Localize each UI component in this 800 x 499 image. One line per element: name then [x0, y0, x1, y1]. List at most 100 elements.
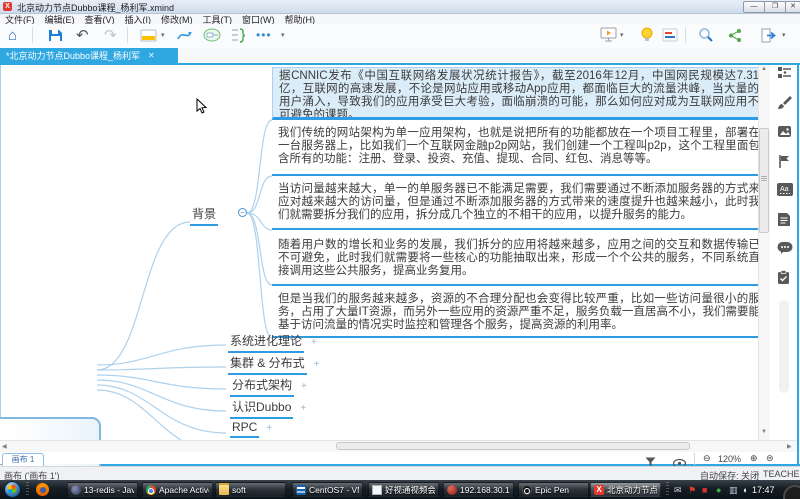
new-topic-icon[interactable]	[140, 26, 157, 44]
topic-paragraph[interactable]: 我们传统的网站架构为单一应用架构，也就是说把所有的功能都放在一个项目工程里，部署…	[272, 125, 766, 176]
document-tab-label: *北京动力节点Dubbo课程_杨利军	[6, 51, 141, 61]
topic-paragraph[interactable]: 当访问量越来越大，单一的单服务器已不能满足需要，我们需要通过不断添加服务器的方式…	[272, 181, 766, 230]
undo-icon[interactable]: ↶	[76, 26, 89, 44]
save-icon[interactable]	[48, 26, 63, 44]
expand-plus-icon[interactable]: +	[266, 423, 272, 434]
close-button[interactable]: ✕	[785, 1, 800, 13]
topic-paragraph[interactable]: 据CNNIC发布《中国互联网络发展状况统计报告》，截至2016年12月，中国网民…	[272, 67, 766, 120]
scroll-left-icon[interactable]: ◀	[2, 443, 7, 450]
taskbar-button[interactable]: 192.168.30.12...	[443, 482, 514, 497]
subtopic[interactable]: 系统进化理论 +	[228, 332, 317, 353]
expand-plus-icon[interactable]: +	[311, 337, 317, 348]
chevron-down-icon[interactable]: ▾	[620, 26, 624, 44]
content-border	[797, 65, 799, 464]
minimize-button[interactable]: —	[743, 1, 765, 13]
tray-volume-icon[interactable]: ◖	[742, 485, 747, 495]
taskbar-grip	[666, 482, 669, 497]
marker-flag-icon[interactable]	[777, 154, 792, 169]
share-icon[interactable]	[728, 26, 743, 44]
home-icon[interactable]: ⌂	[8, 26, 17, 44]
expand-plus-icon[interactable]: +	[301, 381, 307, 392]
divider	[694, 453, 695, 465]
chevron-down-icon[interactable]: ▾	[281, 26, 285, 44]
search-icon[interactable]	[698, 26, 714, 44]
comments-icon[interactable]	[777, 241, 793, 256]
redo-icon[interactable]: ↷	[104, 26, 117, 44]
restore-button[interactable]: ❐	[764, 1, 786, 13]
scroll-up-icon[interactable]: ▲	[761, 66, 767, 72]
document-icon	[372, 484, 382, 495]
scroll-down-icon[interactable]: ▼	[761, 429, 767, 435]
relationship-icon[interactable]	[176, 26, 194, 44]
vertical-scrollbar-thumb[interactable]	[759, 128, 769, 233]
vmware-icon	[296, 484, 306, 495]
toolbar: ⌂ ↶ ↷ ▾ ••• ▾ ▾ ▾	[0, 24, 800, 48]
subtopic[interactable]: 分布式架构 +	[230, 376, 307, 397]
more-icon[interactable]: •••	[256, 26, 272, 44]
mouse-cursor	[196, 98, 208, 114]
taskbar-button[interactable]: Apache Active...	[142, 482, 213, 497]
presentation-icon[interactable]	[600, 26, 617, 44]
screen: X 北京动力节点Dubbo课程_杨利军.xmind — ❐ ✕ 文件(F) 编辑…	[0, 0, 800, 499]
image-icon[interactable]	[777, 124, 792, 139]
right-properties-panel: Aa	[770, 65, 797, 464]
chrome-icon	[146, 484, 156, 495]
expand-plus-icon[interactable]: +	[314, 359, 320, 370]
epic-pen-icon	[522, 484, 532, 495]
boundary-icon[interactable]	[203, 26, 221, 44]
mindmap-canvas[interactable]: 京 E 动力节 背景 − 据CNNIC发布《中国互联网络发展状况统计报告》，截至…	[0, 65, 800, 499]
expand-plus-icon[interactable]: +	[300, 403, 306, 414]
sheet-tab-canvas1[interactable]: 画布 1	[2, 453, 44, 466]
tray-mail-icon[interactable]: ✉	[674, 485, 682, 495]
tray-flag-icon[interactable]: ⚑	[688, 485, 696, 495]
topic-paragraph[interactable]: 随着用户数的增长和业务的发展，我们拆分的应用将越来越多，应用之间的交互和数据传输…	[272, 237, 766, 286]
taskbar-button[interactable]: soft	[215, 482, 286, 497]
taskbar-button[interactable]: 好视通视频会议	[368, 482, 439, 497]
chevron-down-icon[interactable]: ▾	[161, 26, 165, 44]
taskbar-button-active[interactable]: X 北京动力节点D...	[590, 482, 661, 497]
label-aa-icon[interactable]: Aa	[777, 183, 793, 198]
topic-paragraph[interactable]: 但是当我们的服务越来越多，资源的不合理分配也会变得比较严重，比如一些访问量很小的…	[272, 291, 766, 338]
format-brush-icon[interactable]	[777, 95, 792, 110]
subtopic[interactable]: 集群 & 分布式 +	[228, 354, 320, 375]
tray-antivirus-icon[interactable]: ●	[716, 485, 721, 495]
xmind-app-icon: X	[3, 2, 12, 11]
taskbar-button[interactable]: CentOS7 - VM...	[292, 482, 363, 497]
branch-topic[interactable]: 背景	[190, 205, 219, 226]
taskbar-button[interactable]: 13-redis - Java...	[67, 482, 138, 497]
notes-icon[interactable]	[777, 212, 792, 227]
document-tab[interactable]: *北京动力节点Dubbo课程_杨利军 ✕	[0, 48, 178, 63]
subtopic[interactable]: 认识Dubbo +	[230, 398, 306, 419]
panel-scroll-strip[interactable]	[779, 300, 789, 393]
outline-structure-icon[interactable]	[777, 65, 792, 80]
document-tab-bar: *北京动力节点Dubbo课程_杨利军 ✕	[0, 48, 800, 63]
export-icon[interactable]	[760, 26, 777, 44]
vertical-scrollbar[interactable]	[758, 65, 770, 440]
marker-lines-icon[interactable]	[662, 26, 678, 44]
firefox-icon[interactable]	[36, 483, 49, 496]
zoom-level: 120%	[718, 454, 742, 464]
scroll-right-icon[interactable]: ▶	[787, 443, 792, 450]
zoom-fit-icon[interactable]: ⊜	[766, 453, 774, 464]
idea-bulb-icon[interactable]	[640, 26, 654, 44]
collapse-minus-icon[interactable]: −	[238, 208, 247, 217]
taskbar-grip	[26, 482, 29, 497]
remote-icon	[447, 484, 457, 495]
zoom-out-icon[interactable]: ⊖	[703, 453, 711, 464]
tasks-clipboard-icon[interactable]	[777, 270, 792, 285]
summary-icon[interactable]	[230, 26, 246, 44]
tray-network-icon[interactable]: ▥	[729, 485, 738, 495]
chevron-down-icon[interactable]: ▾	[782, 26, 786, 44]
horizontal-scrollbar-thumb[interactable]	[336, 442, 690, 450]
windows-logo-icon	[7, 484, 17, 494]
status-dot-icon: ◦	[756, 469, 760, 479]
subtopic[interactable]: RPC +	[230, 420, 272, 438]
menu-bar: 文件(F) 编辑(E) 查看(V) 插入(I) 修改(M) 工具(T) 窗口(W…	[0, 14, 800, 25]
taskbar-clock[interactable]: 17:47	[752, 485, 782, 495]
tab-close-icon[interactable]: ✕	[148, 51, 155, 60]
zoom-in-icon[interactable]: ⊕	[750, 453, 758, 464]
folder-icon	[219, 484, 229, 495]
taskbar-button[interactable]: Epic Pen	[518, 482, 589, 497]
status-bar: 画布 ('画布 1') 自动保存: 关闭 ◦ TEACHER-PC	[0, 466, 800, 489]
tray-red-app-icon[interactable]: ■	[702, 485, 707, 495]
